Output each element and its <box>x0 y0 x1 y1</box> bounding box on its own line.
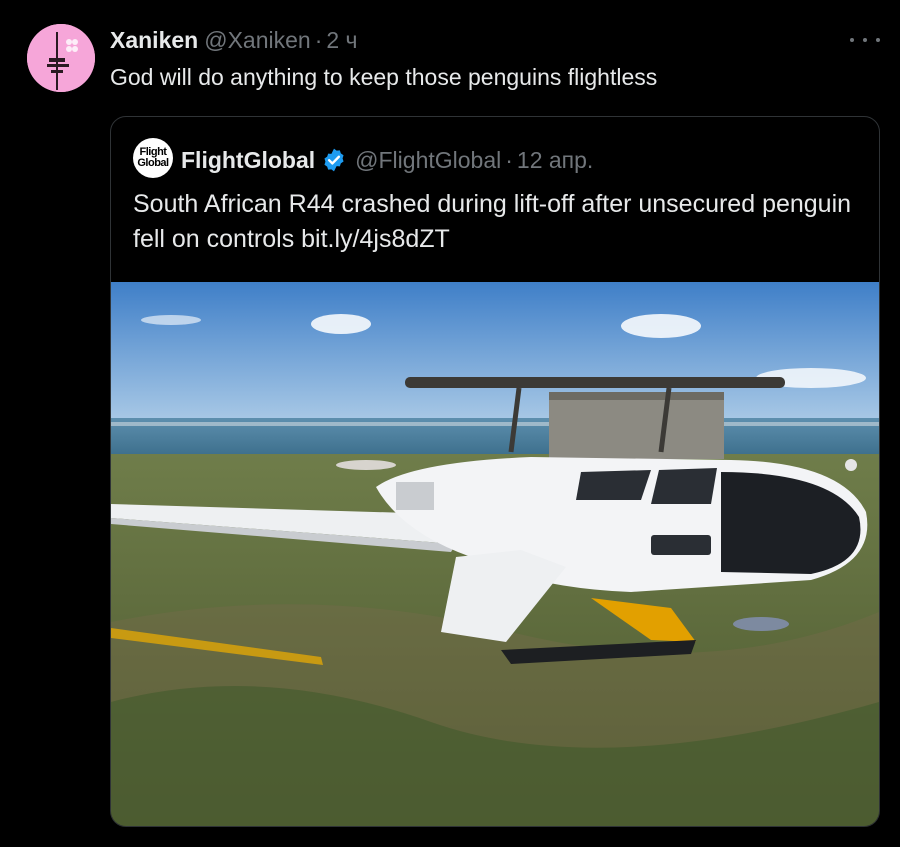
more-options-button[interactable] <box>848 28 882 52</box>
tweet-text: God will do anything to keep those pengu… <box>110 64 658 90</box>
quoted-author-display-name[interactable]: FlightGlobal <box>181 147 315 174</box>
pink-avatar-icon <box>27 24 95 92</box>
quoted-tweet-text: South African R44 crashed during lift-of… <box>133 190 852 253</box>
avatar-text-line2: Global <box>137 157 169 169</box>
separator-dot: · <box>314 27 323 53</box>
more-options-icon <box>863 38 867 42</box>
verified-badge-icon <box>324 148 344 172</box>
tweet-header: Xaniken @Xaniken · 2 ч <box>110 27 358 55</box>
quoted-tweet-date[interactable]: 12 апр. <box>517 147 593 174</box>
author-display-name[interactable]: Xaniken <box>110 27 198 54</box>
helicopter-crash-photo <box>111 282 879 826</box>
author-handle[interactable]: @Xaniken <box>204 27 310 54</box>
quoted-tweet[interactable]: Flight Global FlightGlobal @FlightGlobal… <box>110 116 880 827</box>
quoted-author-avatar[interactable]: Flight Global <box>133 138 173 178</box>
author-avatar[interactable] <box>27 24 95 92</box>
tweet[interactable]: Xaniken @Xaniken · 2 ч God will do anyth… <box>0 0 900 847</box>
separator-dot: · <box>505 146 513 173</box>
more-options-icon <box>876 38 880 42</box>
quoted-author-handle[interactable]: @FlightGlobal <box>355 147 501 174</box>
quoted-tweet-photo[interactable] <box>111 282 879 826</box>
quoted-tweet-header: FlightGlobal @FlightGlobal · 12 апр. <box>181 146 593 174</box>
tweet-timestamp[interactable]: 2 ч <box>326 27 357 54</box>
more-options-icon <box>850 38 854 42</box>
